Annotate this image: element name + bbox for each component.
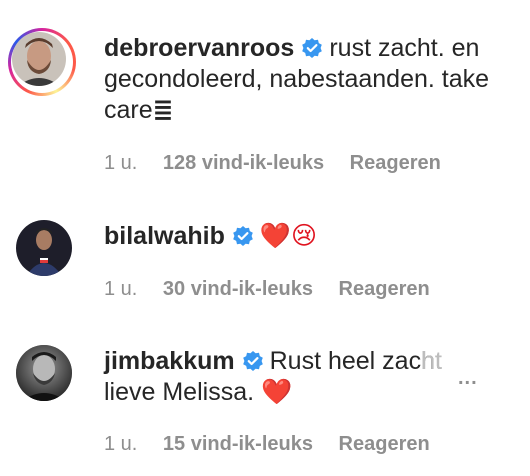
comment-body-line2: lieve Melissa. [104, 378, 255, 406]
more-options-button[interactable]: ... [458, 367, 478, 390]
likes-count[interactable]: 128 vind-ik-leuks [163, 152, 324, 175]
comment-body-line1: Rust heel zac [269, 347, 422, 375]
verified-badge-icon [232, 224, 254, 246]
comment-meta: 1 u. 128 vind-ik-leuks Reageren [104, 152, 441, 175]
avatar[interactable] [12, 32, 66, 86]
timestamp[interactable]: 1 u. [104, 433, 137, 456]
reply-button[interactable]: Reageren [339, 278, 430, 301]
likes-count[interactable]: 15 vind-ik-leuks [163, 433, 313, 456]
reply-button[interactable]: Reageren [350, 152, 441, 175]
avatar[interactable] [16, 345, 72, 401]
verified-badge-icon [242, 349, 264, 371]
emoji: ≣ [152, 96, 174, 124]
username[interactable]: bilalwahib [104, 222, 225, 250]
verified-badge-icon [301, 36, 323, 58]
comment-text: bilalwahib ❤️😢 [104, 221, 514, 252]
comment-text: debroervanroos rust zacht. en gecondoleer… [104, 33, 514, 126]
avatar[interactable] [16, 220, 72, 276]
username[interactable]: debroervanroos [104, 34, 294, 62]
comment-meta: 1 u. 15 vind-ik-leuks Reageren [104, 433, 430, 456]
comment-meta: 1 u. 30 vind-ik-leuks Reageren [104, 278, 430, 301]
emoji: ❤️😢 [259, 222, 318, 250]
likes-count[interactable]: 30 vind-ik-leuks [163, 278, 313, 301]
story-ring[interactable] [8, 28, 76, 96]
emoji: ❤️ [261, 378, 293, 406]
reply-button[interactable]: Reageren [339, 433, 430, 456]
timestamp[interactable]: 1 u. [104, 278, 137, 301]
comment-body-faded: ht [421, 347, 442, 375]
comment-text: jimbakkum Rust heel zacht lieve Melissa. … [104, 346, 514, 408]
username[interactable]: jimbakkum [104, 347, 235, 375]
timestamp[interactable]: 1 u. [104, 152, 137, 175]
